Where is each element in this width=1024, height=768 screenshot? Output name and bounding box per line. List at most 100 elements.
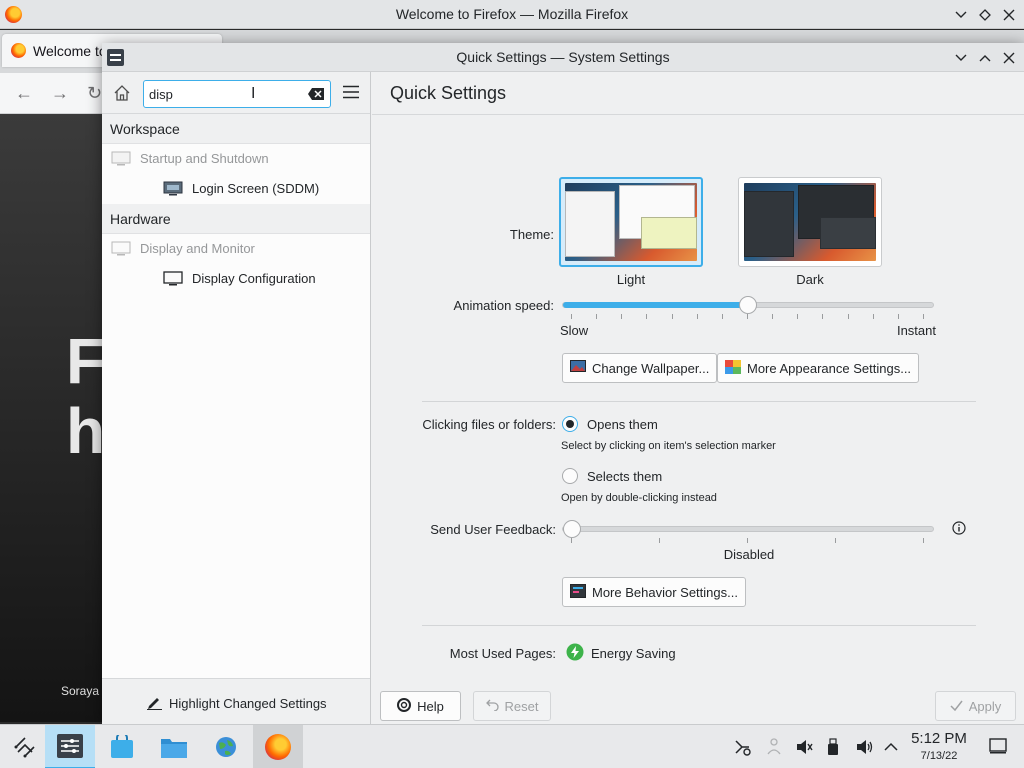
slider-tick	[646, 314, 648, 319]
sidebar-footer: Highlight Changed Settings	[102, 678, 370, 724]
category-label: Hardware	[110, 211, 171, 227]
animation-speed-label: Animation speed:	[453, 298, 554, 313]
page-title: Quick Settings	[390, 83, 507, 103]
most-used-energy-saving[interactable]: Energy Saving	[566, 643, 676, 664]
sidebar-item-login-screen[interactable]: Login Screen (SDDM)	[102, 174, 370, 204]
usb-drive-icon[interactable]	[827, 738, 839, 759]
most-used-pages-label: Most Used Pages:	[449, 646, 556, 661]
reset-button[interactable]: Reset	[473, 691, 551, 721]
close-icon[interactable]	[1000, 6, 1018, 24]
taskbar-firefox[interactable]	[253, 725, 303, 768]
sidebar-item-label: Display and Monitor	[140, 241, 255, 256]
opens-them-radio[interactable]	[562, 416, 578, 432]
theme-label: Theme:	[509, 227, 554, 242]
taskbar-browser-globe[interactable]	[201, 725, 251, 768]
firefox-photo-credit: Soraya	[61, 684, 100, 698]
clock-time[interactable]: 5:12 PM	[908, 730, 970, 747]
sidebar-item-display-monitor[interactable]: Display and Monitor	[102, 234, 370, 264]
slider-tick	[835, 538, 836, 543]
forward-icon[interactable]: →	[51, 83, 69, 104]
selects-them-label[interactable]: Selects them	[587, 469, 662, 484]
slider-tick	[721, 314, 723, 319]
back-icon[interactable]: ←	[15, 83, 33, 104]
maximize-icon[interactable]	[976, 6, 994, 24]
apply-button[interactable]: Apply	[935, 691, 1016, 721]
firefox-hero-text-1: F	[66, 325, 106, 397]
slider-tick	[671, 314, 673, 319]
kde-connect-icon[interactable]	[733, 738, 751, 759]
feedback-slider-handle[interactable]	[563, 520, 581, 538]
feedback-value: Disabled	[723, 547, 775, 562]
minimize-icon[interactable]	[952, 6, 970, 24]
show-desktop-icon[interactable]	[989, 738, 1007, 757]
firefox-tab-icon	[11, 43, 26, 58]
theme-dark-thumbnail[interactable]	[738, 177, 882, 267]
separator	[422, 625, 976, 626]
more-appearance-settings-button[interactable]: More Appearance Settings...	[717, 353, 920, 383]
taskbar-discover[interactable]	[97, 725, 147, 768]
info-icon[interactable]	[952, 521, 966, 538]
taskbar-file-manager[interactable]	[149, 725, 199, 768]
theme-light-thumbnail[interactable]	[559, 177, 703, 267]
sidebar-item-display-configuration[interactable]: Display Configuration	[102, 264, 370, 294]
volume-icon[interactable]	[855, 738, 873, 759]
firefox-titlebar: Welcome to Firefox — Mozilla Firefox	[0, 0, 1024, 29]
selects-them-radio[interactable]	[562, 468, 578, 484]
settings-sidebar: I Workspace Startup and Shutdown Login S…	[102, 72, 371, 724]
firefox-tab-label: Welcome to	[33, 43, 107, 59]
help-lifebuoy-icon	[397, 697, 412, 715]
help-button[interactable]: Help	[380, 691, 461, 721]
highlight-changed-settings-label: Highlight Changed Settings	[169, 696, 327, 711]
animation-speed-slider[interactable]	[562, 296, 934, 314]
feedback-slider[interactable]	[562, 520, 934, 538]
opens-them-label[interactable]: Opens them	[587, 417, 658, 432]
slider-tick	[822, 314, 824, 319]
close-icon[interactable]	[1000, 49, 1018, 67]
pen-icon	[146, 694, 162, 713]
sidebar-item-startup-shutdown[interactable]: Startup and Shutdown	[102, 144, 370, 174]
more-behavior-settings-button[interactable]: More Behavior Settings...	[562, 577, 746, 607]
slider-tick	[571, 538, 572, 543]
slider-tick	[847, 314, 849, 319]
instant-label: Instant	[896, 323, 936, 338]
highlight-changed-settings-button[interactable]: Highlight Changed Settings	[146, 694, 327, 713]
hamburger-menu-icon[interactable]	[342, 85, 360, 102]
slider-tick	[923, 538, 924, 543]
slider-tick	[772, 314, 774, 319]
settings-window-title: Quick Settings — System Settings	[456, 49, 670, 65]
search-field[interactable]: I	[143, 80, 331, 108]
taskbar: 5:12 PM 7/13/22	[0, 724, 1024, 768]
settings-main: Quick Settings Theme: Light Dark Animati…	[372, 72, 1024, 724]
discover-store-icon	[111, 735, 133, 758]
firefox-icon	[265, 734, 291, 760]
monitor-icon	[111, 151, 131, 166]
volume-muted-icon[interactable]	[795, 738, 813, 759]
main-header: Quick Settings	[372, 72, 1024, 115]
clock-date[interactable]: 7/13/22	[908, 750, 970, 762]
theme-dark-label: Dark	[796, 272, 824, 287]
firefox-hero-text-2: h	[66, 395, 106, 467]
search-input[interactable]	[149, 85, 299, 103]
home-icon[interactable]	[113, 84, 131, 105]
send-feedback-label: Send User Feedback:	[430, 522, 556, 537]
energy-saving-icon	[566, 643, 584, 664]
network-disconnected-icon[interactable]	[766, 738, 782, 759]
change-wallpaper-button[interactable]: Change Wallpaper...	[562, 353, 718, 383]
separator	[422, 401, 976, 402]
animation-speed-handle[interactable]	[739, 296, 757, 314]
taskbar-system-settings[interactable]	[45, 725, 95, 768]
slider-tick	[571, 314, 572, 319]
maximize-icon[interactable]	[976, 49, 994, 67]
globe-icon	[216, 737, 236, 757]
application-launcher-icon[interactable]	[0, 725, 50, 768]
settings-titlebar: Quick Settings — System Settings	[102, 43, 1024, 72]
clear-search-icon[interactable]	[307, 87, 325, 104]
slider-tick	[659, 538, 660, 543]
chevron-up-icon[interactable]	[884, 740, 898, 755]
sidebar-toolbar: I	[102, 72, 370, 114]
reload-icon[interactable]: ↻	[87, 83, 102, 104]
minimize-icon[interactable]	[952, 49, 970, 67]
slider-tick	[596, 314, 598, 319]
folder-icon	[161, 739, 187, 758]
login-screen-icon	[163, 181, 183, 196]
